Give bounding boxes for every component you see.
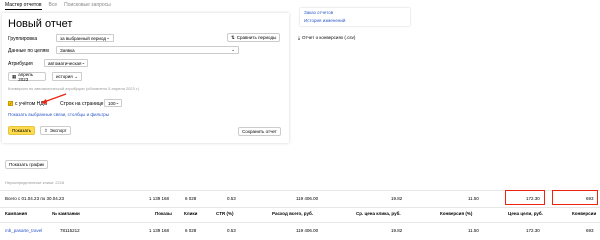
chevron-down-icon: ⌄	[231, 47, 235, 52]
goal-select[interactable]: Заявка ⌄	[56, 46, 239, 54]
col-ctr[interactable]: CTR (%)	[216, 211, 234, 216]
totals-shows: 1 139 168	[149, 196, 170, 201]
col-shows[interactable]: Показы	[155, 211, 172, 216]
tab-report-master[interactable]: Мастер отчетов	[5, 2, 42, 10]
table-header: Кампания № кампании Показы Клики CTR (%)…	[0, 211, 600, 219]
conversion-report-link[interactable]: ⤓ Отчет о конверсиях (.csv)	[298, 35, 355, 40]
col-campaign[interactable]: Кампания	[5, 211, 27, 216]
show-label: Показать	[12, 128, 32, 133]
totals-cost: 119 406.00	[296, 196, 319, 201]
totals-cpc: 19.82	[391, 196, 403, 201]
show-button[interactable]: Показать	[8, 126, 35, 135]
rows-per-page-value: 100	[108, 100, 116, 106]
totals-label: Всего с 01.04.23 по 30.04.23	[5, 196, 65, 201]
row-shows: 1 139 168	[149, 228, 170, 233]
conversion-report-label: Отчет о конверсиях (.csv)	[302, 35, 356, 40]
export-button[interactable]: ⇪ Экспорт	[40, 126, 71, 135]
col-conversions[interactable]: Конверсии	[572, 211, 596, 216]
chevron-down-icon: ⌄	[81, 60, 86, 65]
group-value: за выбранный период	[60, 35, 106, 41]
highlight-box-conversions	[552, 190, 598, 205]
row-cpa: 172.30	[526, 228, 540, 233]
group-label: Группировка	[8, 36, 38, 42]
vat-checkbox[interactable]: ✓	[8, 101, 13, 106]
date-label: апрель 2023	[18, 71, 34, 82]
totals-ctr: 0.53	[227, 196, 236, 201]
show-selected-link[interactable]: Показать выбранные связи, столбцы и филь…	[8, 112, 109, 117]
goal-value: Заявка	[60, 47, 75, 53]
order-reports-link[interactable]: Заказ отчетов	[304, 10, 333, 15]
row-cpc: 19.82	[391, 228, 403, 233]
col-conv-rate[interactable]: Конверсия (%)	[440, 211, 472, 216]
row-campaign-link[interactable]: mb_pasarte_travel	[5, 228, 42, 233]
attribution-value: автоматическая	[48, 60, 82, 66]
calendar-icon: ▦	[12, 73, 17, 79]
compare-periods-button[interactable]: ⇅ Сравнить периоды	[227, 33, 281, 42]
data-by-label: Данные по целям	[8, 48, 49, 54]
conversion-note: Конверсии по автоматической атрибуции (о…	[8, 86, 140, 91]
compare-icon: ⇅	[231, 34, 235, 40]
chevron-down-icon: ⌄	[106, 35, 110, 40]
attribution-select[interactable]: автоматическая ⌄	[44, 59, 88, 67]
table-row: mb_pasarte_travel 78115212 1 139 168 6 0…	[0, 228, 600, 236]
col-cost[interactable]: Расход всего, руб.	[272, 211, 313, 216]
tab-all[interactable]: Все	[49, 2, 58, 10]
totals-conv-rate: 11.50	[468, 196, 479, 201]
page-title: Новый отчет	[8, 18, 73, 30]
highlight-box-cpa	[505, 190, 545, 205]
red-arrow-icon	[41, 93, 67, 104]
col-cpc[interactable]: Ср. цена клика, руб.	[356, 211, 401, 216]
divider	[0, 222, 600, 223]
change-history-link[interactable]: История изменений	[304, 18, 345, 23]
history-label: история	[56, 74, 73, 79]
download-icon: ⤓	[298, 35, 300, 40]
chevron-down-icon: ⌄	[115, 100, 120, 105]
show-graph-label: Показать график	[9, 162, 45, 167]
compare-label: Сравнить периоды	[236, 35, 277, 40]
save-report-button[interactable]: Сохранить отчет	[238, 127, 281, 136]
totals-clicks: 6 028	[185, 196, 197, 201]
row-ctr: 0.53	[227, 228, 236, 233]
row-conversions: 693	[586, 228, 594, 233]
col-cpa[interactable]: Цена цели, руб.	[508, 211, 543, 216]
col-clicks[interactable]: Клики	[184, 211, 197, 216]
export-label: Экспорт	[49, 128, 67, 133]
rows-per-page-select[interactable]: 100 ⌄	[104, 99, 122, 107]
chevron-down-icon: ⌄	[74, 73, 78, 79]
row-conv-rate: 11.50	[468, 228, 479, 233]
report-tabs: Мастер отчетов Все Поисковые запросы	[5, 2, 111, 10]
history-select[interactable]: история ⌄	[52, 72, 82, 81]
col-campaign-no[interactable]: № кампании	[52, 211, 80, 216]
undistributed-clicks: Нераспределенные клики: 2216	[5, 180, 65, 185]
divider	[0, 207, 600, 208]
date-range-button[interactable]: ▦ апрель 2023	[8, 71, 46, 82]
tab-search-queries[interactable]: Поисковые запросы	[64, 2, 111, 10]
save-label: Сохранить отчет	[242, 129, 277, 134]
group-select[interactable]: за выбранный период ⌄	[56, 34, 114, 42]
row-cost: 119 406.00	[296, 228, 319, 233]
show-graph-button[interactable]: Показать график	[5, 160, 49, 169]
attribution-label: Атрибуция	[8, 61, 33, 67]
upload-icon: ⇪	[44, 127, 48, 133]
row-clicks: 6 028	[185, 228, 197, 233]
row-campaign-no: 78115212	[60, 228, 80, 233]
